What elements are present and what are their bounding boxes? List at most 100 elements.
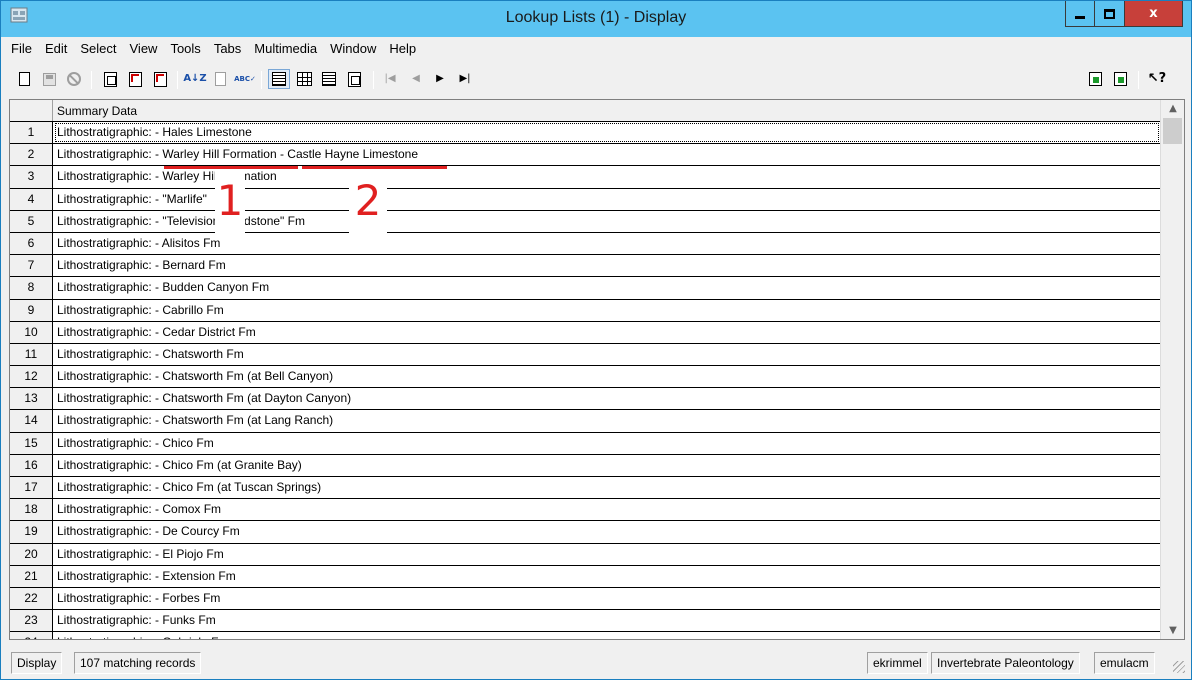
title-bar[interactable]: Lookup Lists (1) - Display x xyxy=(1,1,1191,37)
next-record-button[interactable]: ▶ xyxy=(429,69,451,89)
menu-file[interactable]: File xyxy=(5,38,39,60)
copy-record-button[interactable] xyxy=(149,69,171,89)
delete-record-button[interactable] xyxy=(124,69,146,89)
new-record-button[interactable] xyxy=(13,69,35,89)
menu-edit[interactable]: Edit xyxy=(39,38,74,60)
row-number[interactable]: 12 xyxy=(10,366,53,388)
summary-data-cell[interactable]: Lithostratigraphic: - Alisitos Fm xyxy=(54,233,1160,254)
summary-data-cell[interactable]: Lithostratigraphic: - Hales Limestone xyxy=(54,122,1160,143)
first-record-button[interactable]: |◀ xyxy=(379,69,401,89)
summary-data-cell[interactable]: Lithostratigraphic: - Comox Fm xyxy=(54,499,1160,520)
table-row[interactable]: 23 Lithostratigraphic: - Funks Fm xyxy=(10,610,1160,633)
table-row[interactable]: 16 Lithostratigraphic: - Chico Fm (at Gra… xyxy=(10,454,1160,477)
table-row[interactable]: 5 Lithostratigraphic: - "Television Sands… xyxy=(10,210,1160,233)
summary-data-cell[interactable]: Lithostratigraphic: - Forbes Fm xyxy=(54,588,1160,609)
menu-multimedia[interactable]: Multimedia xyxy=(248,38,324,60)
summary-data-cell[interactable]: Lithostratigraphic: - Chatsworth Fm (at … xyxy=(54,410,1160,431)
row-number[interactable]: 3 xyxy=(10,166,53,188)
row-number[interactable]: 14 xyxy=(10,410,53,432)
column-header-summary-data[interactable]: Summary Data xyxy=(57,104,137,118)
cancel-button[interactable] xyxy=(63,69,85,89)
scroll-thumb[interactable] xyxy=(1163,118,1182,144)
row-number[interactable]: 17 xyxy=(10,477,53,499)
edit-button[interactable] xyxy=(209,69,231,89)
table-row[interactable]: 12 Lithostratigraphic: - Chatsworth Fm (a… xyxy=(10,366,1160,389)
summary-data-cell[interactable]: Lithostratigraphic: - Cedar District Fm xyxy=(54,322,1160,343)
table-row[interactable]: 18 Lithostratigraphic: - Comox Fm xyxy=(10,499,1160,522)
table-row[interactable]: 21 Lithostratigraphic: - Extension Fm xyxy=(10,565,1160,588)
sort-button[interactable]: A↓Z xyxy=(183,69,206,89)
details-view-button[interactable] xyxy=(268,69,290,89)
scroll-up-icon[interactable]: ▲ xyxy=(1161,100,1184,117)
row-number[interactable]: 20 xyxy=(10,543,53,565)
list-view-button[interactable] xyxy=(293,69,315,89)
summary-data-cell[interactable]: Lithostratigraphic: - Chatsworth Fm xyxy=(54,344,1160,365)
summary-data-cell[interactable]: Lithostratigraphic: - Cabrillo Fm xyxy=(54,300,1160,321)
select-all-corner[interactable] xyxy=(10,100,53,121)
row-number[interactable]: 8 xyxy=(10,277,53,299)
maximize-button[interactable] xyxy=(1095,1,1125,27)
table-row[interactable]: 13 Lithostratigraphic: - Chatsworth Fm (a… xyxy=(10,388,1160,411)
row-number[interactable]: 10 xyxy=(10,321,53,343)
table-row[interactable]: 19 Lithostratigraphic: - De Courcy Fm xyxy=(10,521,1160,544)
save-button[interactable] xyxy=(38,69,60,89)
table-row[interactable]: 2 Lithostratigraphic: - Warley Hill Forma… xyxy=(10,144,1160,167)
menu-view[interactable]: View xyxy=(124,38,165,60)
last-record-button[interactable]: ▶| xyxy=(454,69,476,89)
minimize-button[interactable] xyxy=(1065,1,1095,27)
row-number[interactable]: 16 xyxy=(10,454,53,476)
row-number[interactable]: 4 xyxy=(10,188,53,210)
page-view-button[interactable] xyxy=(318,69,340,89)
table-row[interactable]: 4 Lithostratigraphic: - "Marlife" xyxy=(10,188,1160,211)
table-row[interactable]: 22 Lithostratigraphic: - Forbes Fm xyxy=(10,587,1160,611)
summary-data-cell[interactable]: Lithostratigraphic: - Funks Fm xyxy=(54,610,1160,631)
summary-data-cell[interactable]: Lithostratigraphic: - Chico Fm xyxy=(54,433,1160,454)
menu-window[interactable]: Window xyxy=(324,38,383,60)
row-number[interactable]: 2 xyxy=(10,144,53,166)
row-number[interactable]: 7 xyxy=(10,255,53,277)
table-row[interactable]: 9 Lithostratigraphic: - Cabrillo Fm xyxy=(10,299,1160,322)
summary-data-cell[interactable]: Lithostratigraphic: - De Courcy Fm xyxy=(54,521,1160,542)
summary-data-cell[interactable]: Lithostratigraphic: - Chatsworth Fm (at … xyxy=(54,388,1160,409)
image-view-button[interactable] xyxy=(343,69,365,89)
table-row[interactable]: 11 Lithostratigraphic: - Chatsworth Fm xyxy=(10,343,1160,367)
row-number[interactable]: 23 xyxy=(10,610,53,632)
table-row[interactable]: 3 Lithostratigraphic: - Warley Hill Forma… xyxy=(10,166,1160,189)
row-number[interactable]: 19 xyxy=(10,521,53,543)
menu-help[interactable]: Help xyxy=(383,38,423,60)
summary-data-cell[interactable]: Lithostratigraphic: - Gabriola Fm xyxy=(54,632,1160,639)
row-number[interactable]: 21 xyxy=(10,565,53,587)
context-help-button[interactable]: ↖? xyxy=(1146,69,1168,89)
menu-tabs[interactable]: Tabs xyxy=(208,38,248,60)
row-number[interactable]: 24 xyxy=(10,632,53,639)
summary-data-cell[interactable]: Lithostratigraphic: - Chico Fm (at Tusca… xyxy=(54,477,1160,498)
row-number[interactable]: 6 xyxy=(10,232,53,255)
table-row[interactable]: 24Lithostratigraphic: - Gabriola Fm xyxy=(10,632,1160,639)
table-row[interactable]: 10 Lithostratigraphic: - Cedar District F… xyxy=(10,321,1160,344)
attach-button[interactable] xyxy=(1084,69,1106,89)
previous-record-button[interactable]: ◀ xyxy=(405,69,427,89)
table-row[interactable]: 17 Lithostratigraphic: - Chico Fm (at Tus… xyxy=(10,477,1160,500)
table-row[interactable]: 14 Lithostratigraphic: - Chatsworth Fm (a… xyxy=(10,410,1160,433)
open-record-button[interactable] xyxy=(99,69,121,89)
table-row[interactable]: 1 Lithostratigraphic: - Hales Limestone xyxy=(10,122,1160,145)
menu-select[interactable]: Select xyxy=(74,38,123,60)
row-number[interactable]: 13 xyxy=(10,388,53,410)
summary-data-cell[interactable]: Lithostratigraphic: - Budden Canyon Fm xyxy=(54,277,1160,298)
summary-data-cell[interactable]: Lithostratigraphic: - Bernard Fm xyxy=(54,255,1160,276)
table-row[interactable]: 7 Lithostratigraphic: - Bernard Fm xyxy=(10,255,1160,278)
summary-data-cell[interactable]: Lithostratigraphic: - Chico Fm (at Grani… xyxy=(54,455,1160,476)
row-number[interactable]: 22 xyxy=(10,587,53,610)
close-button[interactable]: x xyxy=(1125,1,1183,27)
row-number[interactable]: 11 xyxy=(10,343,53,366)
summary-data-cell[interactable]: Lithostratigraphic: - Extension Fm xyxy=(54,566,1160,587)
row-number[interactable]: 1 xyxy=(10,122,53,144)
scroll-down-icon[interactable]: ▼ xyxy=(1161,622,1184,639)
resize-grip-icon[interactable] xyxy=(1173,661,1185,673)
row-number[interactable]: 15 xyxy=(10,432,53,454)
row-number[interactable]: 9 xyxy=(10,299,53,321)
attach-all-button[interactable] xyxy=(1109,69,1131,89)
table-row[interactable]: 20 Lithostratigraphic: - El Piojo Fm xyxy=(10,543,1160,566)
summary-data-cell[interactable]: Lithostratigraphic: - Warley Hill Format… xyxy=(54,144,1160,165)
spelling-button[interactable]: ABC✓ xyxy=(234,69,256,89)
